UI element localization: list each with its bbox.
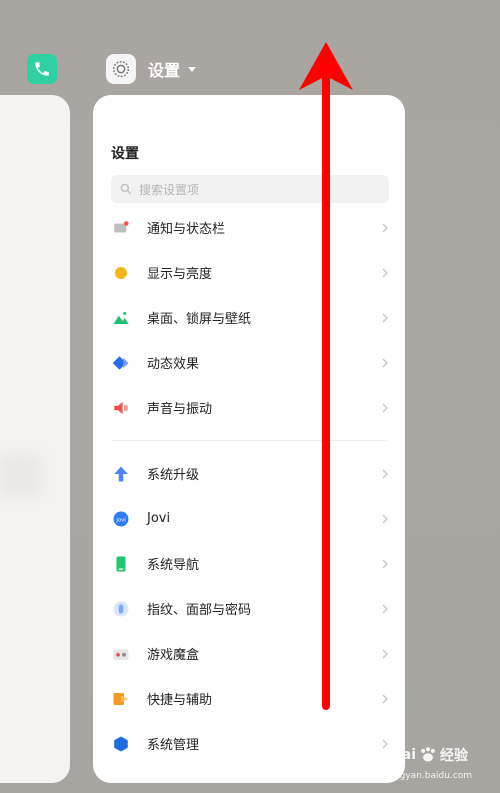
settings-app-card[interactable]: 设置 搜索设置项 通知与状态栏 显示与亮度 桌面、锁屏与壁纸 动态效果 声音与振… [93,95,405,783]
game-box-icon [111,644,131,664]
chevron-right-icon [382,403,388,412]
speaker-icon [111,398,131,418]
list-item-shortcut[interactable]: 快捷与辅助 [93,676,405,721]
blurred-content [0,455,40,495]
chevron-right-icon [382,604,388,613]
phone-app-icon[interactable] [27,54,57,84]
chevron-right-icon [382,313,388,322]
list-item-sound[interactable]: 声音与振动 [93,385,405,430]
gear-icon [106,54,136,84]
chevron-right-icon [382,514,388,523]
chevron-right-icon [382,649,388,658]
chevron-right-icon [382,694,388,703]
upgrade-arrow-icon [111,464,131,484]
navigation-icon [111,554,131,574]
chevron-right-icon [382,223,388,232]
jovi-icon: Jovi [111,509,131,529]
chevron-right-icon [382,358,388,367]
list-item-display[interactable]: 显示与亮度 [93,250,405,295]
chevron-right-icon [382,559,388,568]
watermark-url: jingyan.baidu.com [388,771,472,781]
notification-icon [111,218,131,238]
list-item-navigation[interactable]: 系统导航 [93,541,405,586]
search-input[interactable]: 搜索设置项 [111,175,389,203]
settings-list: 通知与状态栏 显示与亮度 桌面、锁屏与壁纸 动态效果 声音与振动 系统升级 Jo… [93,205,405,766]
watermark-brand: Bai [391,747,416,763]
chevron-right-icon [382,739,388,748]
list-item-notification[interactable]: 通知与状态栏 [93,205,405,250]
shortcut-icon [111,689,131,709]
chevron-down-icon[interactable] [188,66,197,72]
list-item-game-box[interactable]: 游戏魔盒 [93,631,405,676]
watermark-brand-2: 经验 [440,748,468,764]
system-management-icon [111,734,131,754]
group-divider [111,440,387,441]
wallpaper-icon [111,308,131,328]
list-item-system-management[interactable]: 系统管理 [93,721,405,766]
svg-text:Jovi: Jovi [115,517,125,523]
list-item-jovi[interactable]: Jovi Jovi [93,496,405,541]
search-placeholder: 搜索设置项 [139,182,200,197]
fingerprint-icon [111,599,131,619]
paw-icon [421,747,435,762]
watermark: Bai 经验 [391,745,468,765]
motion-effect-icon [111,353,131,373]
list-item-fingerprint[interactable]: 指纹、面部与密码 [93,586,405,631]
list-item-wallpaper[interactable]: 桌面、锁屏与壁纸 [93,295,405,340]
brightness-icon [111,263,131,283]
phone-icon [35,62,49,76]
list-item-motion[interactable]: 动态效果 [93,340,405,385]
app-title: 设置 [148,61,181,80]
previous-app-card[interactable] [0,95,70,783]
list-item-upgrade[interactable]: 系统升级 [93,451,405,496]
chevron-right-icon [382,469,388,478]
chevron-right-icon [382,268,388,277]
search-icon [120,183,132,195]
settings-app-header[interactable]: 设置 [106,53,197,85]
page-title: 设置 [111,146,139,162]
